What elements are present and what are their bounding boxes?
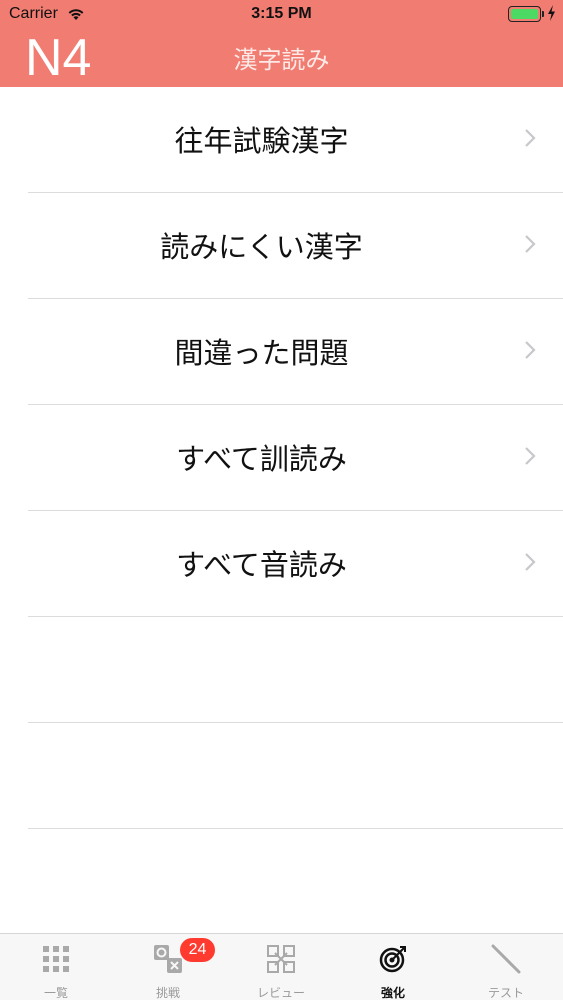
tab-label: 強化 — [380, 986, 405, 1000]
menu-item-label: 読みにくい漢字 — [160, 230, 363, 264]
menu-item-label: すべて訓読み — [176, 442, 347, 476]
charging-icon — [548, 5, 555, 21]
chevron-right-icon — [525, 553, 536, 571]
tab-label: テスト — [487, 986, 524, 1000]
clock: 3:15 PM — [251, 5, 312, 22]
review-icon — [267, 945, 295, 973]
target-icon — [379, 946, 406, 973]
tab-test[interactable]: テスト — [450, 934, 562, 1000]
notification-badge: 24 — [180, 938, 215, 962]
header-bar: Carrier 3:15 PM N4 漢字読み — [0, 0, 563, 87]
chevron-right-icon — [525, 447, 536, 465]
empty-row — [0, 617, 563, 723]
empty-row — [0, 723, 563, 829]
quiz-icon — [154, 945, 182, 973]
divider — [28, 828, 563, 829]
menu-item-hard-to-read-kanji[interactable]: 読みにくい漢字 — [0, 193, 563, 299]
chevron-right-icon — [525, 235, 536, 253]
tab-label: レビュー — [256, 986, 305, 1000]
chevron-right-icon — [525, 129, 536, 147]
battery-tip — [542, 11, 544, 17]
menu-item-all-kun-readings[interactable]: すべて訓読み — [0, 405, 563, 511]
tab-label: 挑戦 — [155, 986, 180, 1000]
pen-icon — [491, 944, 521, 974]
tab-bar: 一覧 24 挑戦 レビュー 強化 テスト — [0, 933, 563, 1000]
tab-review[interactable]: レビュー — [225, 934, 337, 1000]
chevron-right-icon — [525, 341, 536, 359]
battery-icon — [508, 6, 541, 22]
tab-strengthen[interactable]: 強化 — [337, 934, 449, 1000]
menu-item-label: 往年試験漢字 — [174, 124, 349, 158]
tab-list[interactable]: 一覧 — [0, 934, 112, 1000]
tab-challenge[interactable]: 24 挑戦 — [112, 934, 224, 1000]
menu-list: 往年試験漢字 読みにくい漢字 間違った問題 すべて訓読み すべて音読み — [0, 87, 563, 829]
grid-icon — [43, 946, 69, 972]
menu-item-label: すべて音読み — [176, 548, 347, 582]
menu-item-wrong-questions[interactable]: 間違った問題 — [0, 299, 563, 405]
page-title: 漢字読み — [233, 46, 330, 74]
menu-item-label: 間違った問題 — [174, 336, 349, 370]
menu-item-past-exam-kanji[interactable]: 往年試験漢字 — [0, 87, 563, 193]
tab-label: 一覧 — [43, 986, 68, 1000]
menu-item-all-on-readings[interactable]: すべて音読み — [0, 511, 563, 617]
status-bar: Carrier 3:15 PM — [0, 0, 563, 28]
